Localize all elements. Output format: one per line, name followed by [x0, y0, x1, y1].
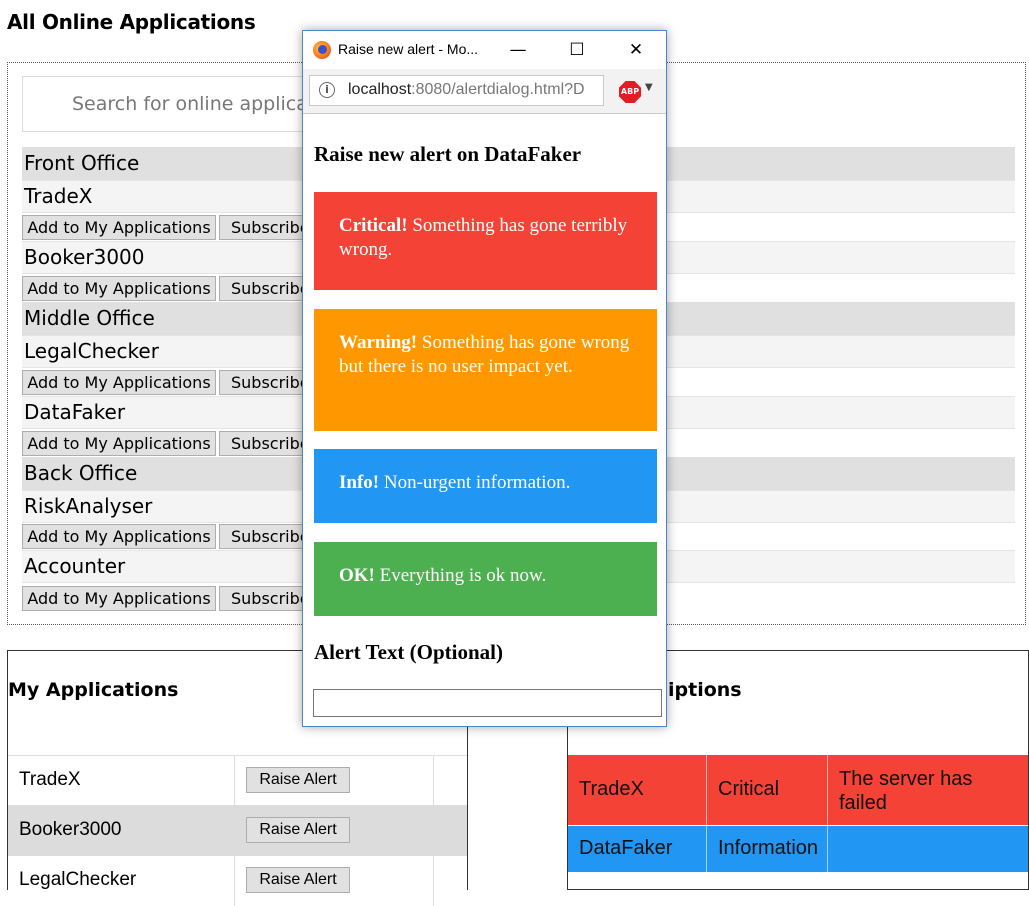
app-name: Booker3000	[19, 819, 122, 840]
add-to-my-applications-button[interactable]: Add to My Applications	[22, 431, 216, 456]
ok-alert-option[interactable]: OK! Everything is ok now.	[314, 542, 657, 616]
warning-alert-option[interactable]: Warning! Something has gone wrong but th…	[314, 309, 657, 431]
raise-alert-button[interactable]: Raise Alert	[246, 767, 350, 793]
add-to-my-applications-button[interactable]: Add to My Applications	[22, 524, 216, 549]
adblock-icon[interactable]: ABP	[619, 81, 641, 103]
subscribe-button[interactable]: Subscribe	[219, 586, 309, 611]
my-applications-title: My Applications	[8, 679, 179, 701]
add-to-my-applications-button[interactable]: Add to My Applications	[22, 276, 216, 301]
firefox-icon	[313, 41, 331, 59]
table-row: TradeX Critical The server has failed	[568, 755, 1028, 825]
window-titlebar: Raise new alert - Mo... — ☐ ✕	[303, 31, 666, 69]
add-to-my-applications-button[interactable]: Add to My Applications	[22, 215, 216, 240]
alert-text-input[interactable]	[313, 689, 662, 717]
raise-alert-window: Raise new alert - Mo... — ☐ ✕ i localhos…	[302, 30, 667, 727]
add-to-my-applications-button[interactable]: Add to My Applications	[22, 370, 216, 395]
address-bar: i localhost:8080/alertdialog.html?D ABP …	[303, 69, 666, 114]
subscriptions-title: iptions	[668, 679, 742, 701]
subscription-app: TradeX	[579, 778, 644, 800]
subscription-app: DataFaker	[579, 837, 673, 859]
subscribe-button[interactable]: Subscribe	[219, 276, 309, 301]
maximize-icon[interactable]: ☐	[562, 38, 592, 62]
add-to-my-applications-button[interactable]: Add to My Applications	[22, 586, 216, 611]
app-name: LegalChecker	[19, 869, 137, 890]
table-row: TradeX Raise Alert	[8, 755, 467, 806]
info-alert-option[interactable]: Info! Non-urgent information.	[314, 449, 657, 523]
raise-alert-button[interactable]: Raise Alert	[246, 867, 350, 893]
window-title: Raise new alert - Mo...	[338, 41, 479, 57]
url-field[interactable]: i localhost:8080/alertdialog.html?D	[309, 75, 604, 106]
info-icon[interactable]: i	[319, 82, 335, 98]
subscription-text: The server has failed	[839, 768, 973, 814]
subscribe-button[interactable]: Subscribe	[219, 215, 309, 240]
minimize-icon[interactable]: —	[503, 38, 533, 62]
subscription-level: Critical	[718, 778, 780, 800]
table-row: LegalChecker Raise Alert	[8, 855, 467, 906]
subscription-level: Information	[718, 837, 819, 859]
dialog-heading: Raise new alert on DataFaker	[314, 142, 582, 166]
app-name: TradeX	[19, 769, 81, 790]
subscribe-button[interactable]: Subscribe	[219, 370, 309, 395]
page-title: All Online Applications	[7, 10, 256, 34]
subscribe-button[interactable]: Subscribe	[219, 431, 309, 456]
search-input[interactable]: Search for online applications	[22, 76, 332, 132]
subscribe-button[interactable]: Subscribe	[219, 524, 309, 549]
table-row: DataFaker Information	[568, 826, 1028, 872]
alert-text-label: Alert Text (Optional)	[314, 640, 503, 664]
critical-alert-option[interactable]: Critical! Something has gone terribly wr…	[314, 192, 657, 290]
close-icon[interactable]: ✕	[621, 38, 651, 62]
table-row: Booker3000 Raise Alert	[8, 805, 467, 855]
chevron-down-icon[interactable]: ▼	[645, 82, 653, 93]
raise-alert-button[interactable]: Raise Alert	[246, 817, 350, 843]
url-text: localhost:8080/alertdialog.html?D	[348, 81, 585, 98]
